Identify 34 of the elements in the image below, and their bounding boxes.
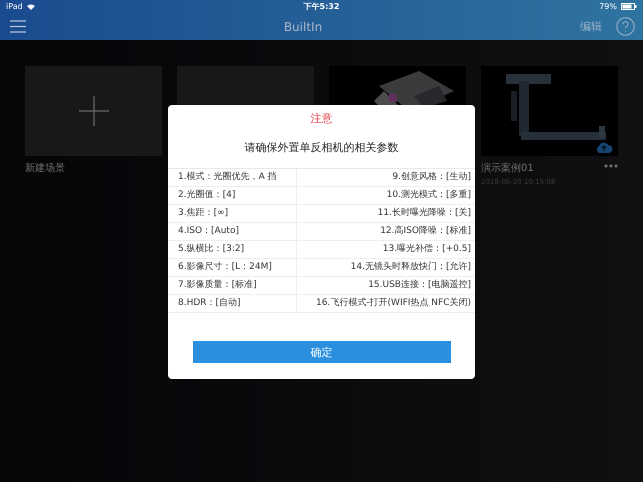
table-cell: 9.创意风格：[生动]	[296, 169, 475, 187]
dialog-title: 注意	[310, 111, 332, 126]
help-icon[interactable]	[616, 17, 635, 36]
cloud-icon[interactable]	[595, 142, 613, 153]
scene-thumbnail[interactable]	[25, 66, 162, 156]
table-cell: 14.无镜头时释放快门：[允许]	[296, 259, 475, 277]
table-cell: 15.USB连接：[电脑遥控]	[296, 277, 475, 295]
scene-name: 新建场景	[25, 162, 65, 175]
table-cell: 12.高ISO降噪：[标准]	[296, 223, 475, 241]
table-cell: 11.长时曝光降噪：[关]	[296, 205, 475, 223]
table-cell: 10.测光模式：[多重]	[296, 187, 475, 205]
more-icon[interactable]	[604, 164, 618, 168]
table-cell: 3.焦距：[∞]	[168, 205, 296, 223]
wifi-icon	[26, 4, 35, 10]
scene-name: 演示案例01	[481, 162, 534, 175]
table-cell: 5.纵横比：[3:2]	[168, 241, 296, 259]
table-cell: 13.曝光补偿：[+0.5]	[296, 241, 475, 259]
nav-title: BuiltIn	[282, 20, 324, 34]
battery-percent: 79%	[599, 2, 617, 11]
status-time: 下午5:32	[302, 1, 340, 12]
table-cell: 4.ISO：[Auto]	[168, 223, 296, 241]
table-cell: 7.影像质量：[标准]	[168, 277, 296, 295]
menu-icon[interactable]	[10, 20, 26, 33]
table-cell: 16.飞行模式-打开(WIFI热点 NFC关闭)	[296, 295, 475, 313]
confirm-button[interactable]: 确定	[192, 341, 450, 363]
device-name: iPad	[6, 2, 23, 11]
table-cell: 2.光圈值：[4]	[168, 187, 296, 205]
table-cell: 8.HDR：[自动]	[168, 295, 296, 313]
edit-button[interactable]: 编辑	[580, 19, 602, 34]
battery-icon	[620, 3, 637, 10]
table-cell: 6.影像尺寸：[L：24M]	[168, 259, 296, 277]
dialog-message: 请确保外置单反相机的相关参数	[244, 140, 398, 155]
plus-icon	[78, 96, 108, 126]
table-cell: 1.模式：光圈优先，A 挡	[168, 169, 296, 187]
